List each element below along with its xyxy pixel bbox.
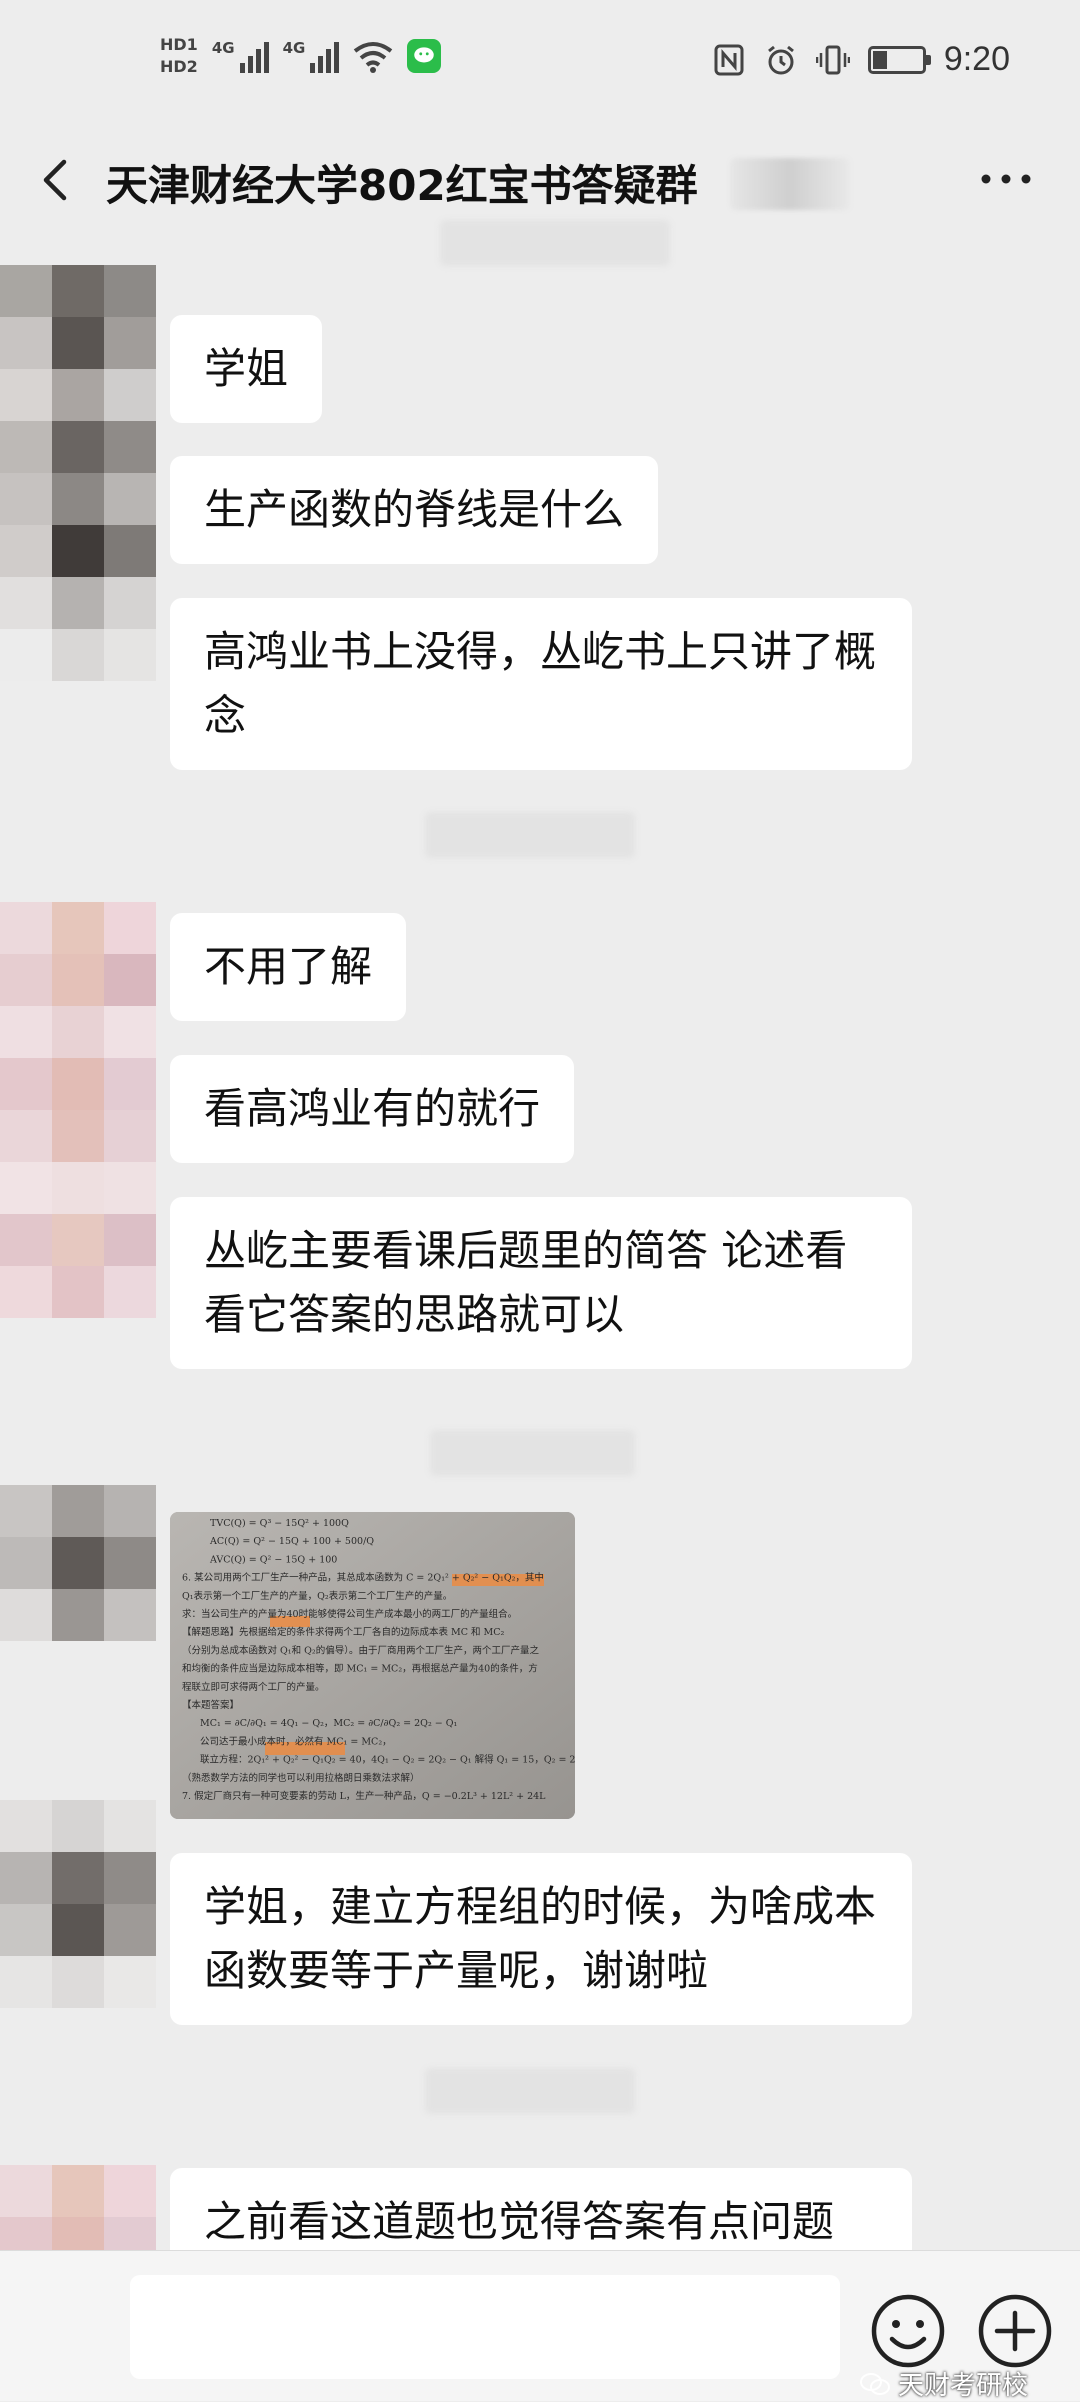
timestamp-redacted	[430, 1430, 635, 1476]
more-dots-icon[interactable]	[976, 164, 1036, 194]
timestamp-redacted	[425, 812, 635, 858]
photo-text-line: （分别为总成本函数对 Q₁和 Q₂的偏导）。由于厂商用两个工厂生产，两个工厂产量…	[182, 1644, 539, 1656]
photo-text-line: 【本题答案】	[182, 1699, 239, 1711]
message-bubble[interactable]: 学姐，建立方程组的时候，为啥成本函数要等于产量呢，谢谢啦	[170, 1853, 912, 2025]
avatar[interactable]	[0, 902, 156, 1318]
message-bubble[interactable]: 生产函数的脊线是什么	[170, 456, 659, 564]
clock: 9:20	[943, 40, 1010, 78]
message-bubble[interactable]: 高鸿业书上没得，丛屹书上只讲了概念	[170, 598, 912, 770]
photo-text-line: Q₁表示第一个工厂生产的产量，Q₂表示第二个工厂生产的产量。	[182, 1590, 452, 1602]
photo-text-line: 程联立即可求得两个工厂的产量。	[182, 1681, 325, 1693]
chat-header: 天津财经大学802红宝书答疑群	[0, 130, 1080, 230]
timestamp-redacted	[425, 2068, 635, 2114]
photo-text-line: 7. 假定厂商只有一种可变要素的劳动 L，生产一种产品，Q = −0.2L³ +…	[182, 1790, 546, 1802]
photo-text-line: 求：当公司生产的产量为40时能够使得公司生产成本最小的两工厂的产量组合。	[182, 1608, 517, 1620]
nfc-icon	[714, 44, 744, 75]
avatar[interactable]	[0, 1485, 156, 1641]
message-bubble[interactable]: 不用了解	[170, 913, 407, 1021]
chevron-left-icon[interactable]	[30, 152, 86, 208]
hd-indicator: HD1 HD2	[160, 36, 198, 76]
watermark: 天财考研校	[860, 2365, 1028, 2402]
photo-text-line: 6. 某公司用两个工厂生产一种产品，其总成本函数为 C = 2Q₁² + Q₂²…	[182, 1572, 544, 1584]
photo-text-line: 公司达于最小成本时，必然有 MC₁ = MC₂，	[200, 1735, 392, 1747]
photo-text-line: TVC(Q) = Q³ − 15Q² + 100Q	[210, 1518, 349, 1529]
avatar[interactable]	[0, 1800, 156, 2008]
message-bubble[interactable]: 看高鸿业有的就行	[170, 1055, 575, 1163]
photo-text-line: 【解题思路】先根据给定的条件求得两个工厂各自的边际成本表 MC 和 MC₂	[182, 1626, 505, 1638]
timestamp-redacted	[440, 220, 670, 266]
photo-text-line: 联立方程：2Q₁² + Q₂² − Q₁Q₂ = 40，4Q₁ − Q₂ = 2…	[200, 1754, 575, 1766]
watermark-text: 天财考研校	[898, 2371, 1029, 2401]
wechat-icon	[860, 2372, 890, 2395]
photo-text-line: AC(Q) = Q² − 15Q + 100 + 500/Q	[209, 1536, 374, 1547]
battery-fill	[872, 50, 887, 69]
status-bar: HD1 HD2 4G 4G 9:20	[0, 0, 1080, 130]
photo-text-line: （熟悉数学方法的同学也可以利用拉格朗日乘数法求解）	[182, 1772, 420, 1784]
photo-text-line: 和均衡的条件应当是边际成本相等，即 MC₁ = MC₂，再根据总产量为40的条件…	[182, 1663, 538, 1675]
status-left: HD1 HD2 4G 4G	[160, 36, 442, 76]
message-bubble[interactable]: 丛屹主要看课后题里的简答 论述看看它答案的思路就可以	[170, 1197, 912, 1369]
signal1-label: 4G	[211, 39, 235, 57]
message-input[interactable]	[130, 2275, 840, 2379]
wechat-notification-icon	[407, 39, 442, 73]
title-redacted	[730, 158, 850, 210]
photo-text-line: MC₁ = ∂C/∂Q₁ = 4Q₁ − Q₂，MC₂ = ∂C/∂Q₂ = 2…	[200, 1718, 458, 1729]
image-message[interactable]: TVC(Q) = Q³ − 15Q² + 100Q AC(Q) = Q² − 15…	[170, 1512, 575, 1819]
signal2-icon: 4G	[283, 39, 340, 73]
vibrate-icon	[815, 45, 850, 74]
signal1-icon: 4G	[212, 39, 269, 73]
battery-icon	[867, 45, 931, 74]
hd1-label: HD1	[160, 35, 198, 54]
status-right: 9:20	[712, 40, 1010, 79]
emoji-icon[interactable]	[868, 2291, 948, 2371]
plus-icon[interactable]	[975, 2291, 1055, 2371]
hd2-label: HD2	[160, 57, 198, 76]
chat-title: 天津财经大学802红宝书答疑群	[106, 161, 698, 210]
wifi-icon	[354, 42, 393, 73]
message-bubble[interactable]: 学姐	[170, 315, 323, 423]
signal2-label: 4G	[282, 39, 306, 57]
alarm-icon	[767, 45, 794, 74]
avatar[interactable]	[0, 265, 156, 681]
textbook-photo: TVC(Q) = Q³ − 15Q² + 100Q AC(Q) = Q² − 15…	[170, 1512, 575, 1819]
photo-text-line: AVC(Q) = Q² − 15Q + 100	[209, 1554, 337, 1565]
